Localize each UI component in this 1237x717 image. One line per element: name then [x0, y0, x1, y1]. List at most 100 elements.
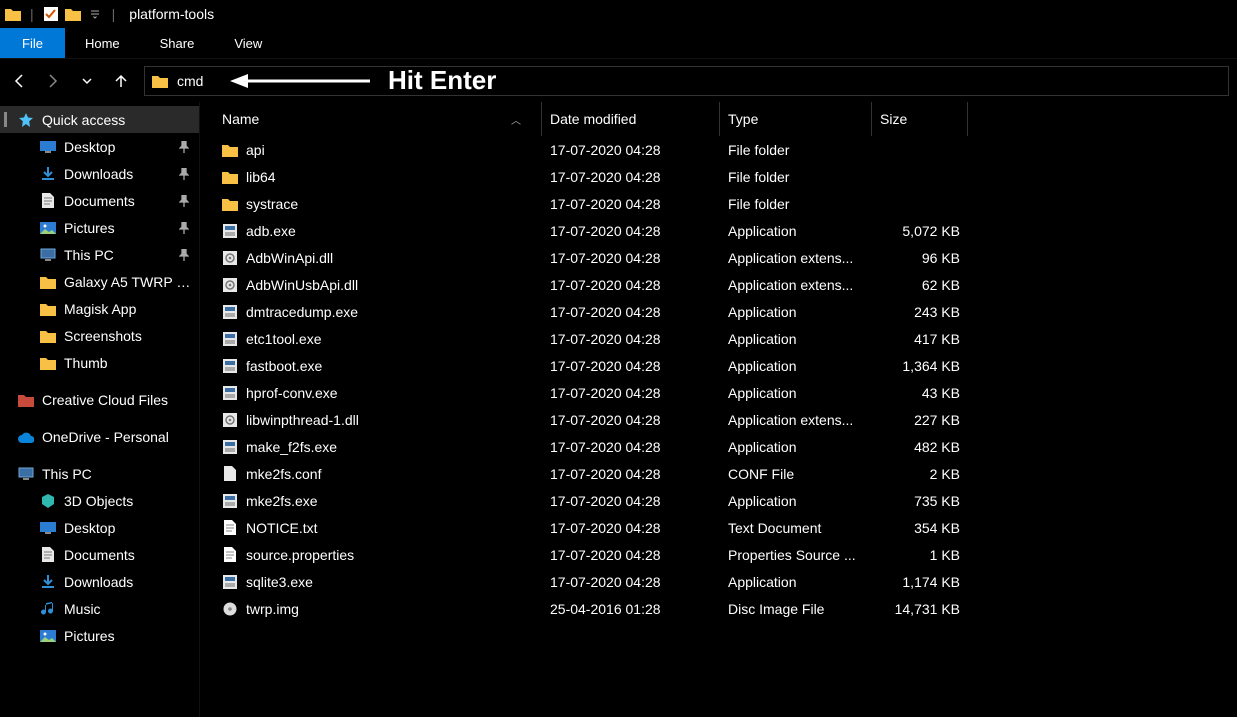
- folder-icon: [40, 355, 56, 371]
- col-size[interactable]: Size: [872, 102, 968, 136]
- pin-icon: [179, 249, 189, 261]
- sidebar-item[interactable]: 3D Objects: [0, 487, 199, 514]
- sidebar-item-label: Galaxy A5 TWRP Re: [64, 274, 191, 290]
- file-row[interactable]: lib6417-07-2020 04:28File folder: [214, 163, 1237, 190]
- file-name: lib64: [246, 169, 276, 185]
- file-size: 735 KB: [872, 493, 968, 509]
- file-type: CONF File: [720, 466, 872, 482]
- ribbon-tab-view[interactable]: View: [214, 28, 282, 58]
- nav-up-icon[interactable]: [110, 70, 132, 92]
- file-type: Application: [720, 331, 872, 347]
- sidebar-quick-access[interactable]: Quick access: [0, 106, 199, 133]
- sidebar-this-pc[interactable]: This PC: [0, 460, 199, 487]
- ribbon-tab-file[interactable]: File: [0, 28, 65, 58]
- exe-icon: [222, 304, 238, 320]
- sidebar-item-label: Magisk App: [64, 301, 191, 317]
- file-type: Application extens...: [720, 250, 872, 266]
- ribbon-tab-share[interactable]: Share: [140, 28, 215, 58]
- file-date: 17-07-2020 04:28: [542, 142, 720, 158]
- sidebar-item-label: Desktop: [64, 520, 191, 536]
- file-type: Application: [720, 574, 872, 590]
- address-folder-icon: [151, 72, 169, 90]
- nav-recent-icon[interactable]: [76, 70, 98, 92]
- col-type[interactable]: Type: [720, 102, 872, 136]
- title-dropdown-icon[interactable]: [86, 5, 104, 23]
- sidebar-creative-cloud[interactable]: Creative Cloud Files: [0, 386, 199, 413]
- file-row[interactable]: sqlite3.exe17-07-2020 04:28Application1,…: [214, 568, 1237, 595]
- file-type: Properties Source ...: [720, 547, 872, 563]
- file-row[interactable]: dmtracedump.exe17-07-2020 04:28Applicati…: [214, 298, 1237, 325]
- sidebar-onedrive[interactable]: OneDrive - Personal: [0, 423, 199, 450]
- file-row[interactable]: adb.exe17-07-2020 04:28Application5,072 …: [214, 217, 1237, 244]
- file-row[interactable]: systrace17-07-2020 04:28File folder: [214, 190, 1237, 217]
- file-date: 17-07-2020 04:28: [542, 520, 720, 536]
- dll-icon: [222, 277, 238, 293]
- pictures-icon: [40, 220, 56, 236]
- sidebar-item[interactable]: Music: [0, 595, 199, 622]
- sidebar-item[interactable]: Documents: [0, 541, 199, 568]
- file-date: 25-04-2016 01:28: [542, 601, 720, 617]
- star-icon: [18, 112, 34, 128]
- sidebar-item[interactable]: Thumb: [0, 349, 199, 376]
- checkbox-icon[interactable]: [42, 5, 60, 23]
- file-row[interactable]: libwinpthread-1.dll17-07-2020 04:28Appli…: [214, 406, 1237, 433]
- ribbon-tab-home[interactable]: Home: [65, 28, 140, 58]
- address-bar[interactable]: [144, 66, 1229, 96]
- file-type: Application: [720, 358, 872, 374]
- sidebar-item[interactable]: Downloads: [0, 568, 199, 595]
- sidebar-item[interactable]: Documents: [0, 187, 199, 214]
- file-row[interactable]: source.properties17-07-2020 04:28Propert…: [214, 541, 1237, 568]
- file-row[interactable]: etc1tool.exe17-07-2020 04:28Application4…: [214, 325, 1237, 352]
- sidebar-item[interactable]: Desktop: [0, 514, 199, 541]
- folder-icon: [222, 169, 238, 185]
- col-name-label: Name: [222, 111, 259, 127]
- col-date[interactable]: Date modified: [542, 102, 720, 136]
- file-date: 17-07-2020 04:28: [542, 304, 720, 320]
- file-row[interactable]: fastboot.exe17-07-2020 04:28Application1…: [214, 352, 1237, 379]
- sidebar-item[interactable]: Galaxy A5 TWRP Re: [0, 268, 199, 295]
- nav-forward-icon[interactable]: [42, 70, 64, 92]
- file-row[interactable]: mke2fs.exe17-07-2020 04:28Application735…: [214, 487, 1237, 514]
- sidebar-item[interactable]: Downloads: [0, 160, 199, 187]
- sidebar-item[interactable]: Pictures: [0, 622, 199, 649]
- file-rows[interactable]: api17-07-2020 04:28File folderlib6417-07…: [200, 136, 1237, 717]
- title-bar: | | platform-tools: [0, 0, 1237, 28]
- sidebar-item-label: Music: [64, 601, 191, 617]
- file-date: 17-07-2020 04:28: [542, 574, 720, 590]
- file-row[interactable]: make_f2fs.exe17-07-2020 04:28Application…: [214, 433, 1237, 460]
- sidebar-item[interactable]: Pictures: [0, 214, 199, 241]
- file-row[interactable]: api17-07-2020 04:28File folder: [214, 136, 1237, 163]
- file-name: make_f2fs.exe: [246, 439, 337, 455]
- address-input[interactable]: [177, 73, 1222, 89]
- objects-icon: [40, 493, 56, 509]
- file-date: 17-07-2020 04:28: [542, 493, 720, 509]
- file-row[interactable]: twrp.img25-04-2016 01:28Disc Image File1…: [214, 595, 1237, 622]
- exe-icon: [222, 223, 238, 239]
- desktop-icon: [40, 520, 56, 536]
- nav-row: Hit Enter: [0, 58, 1237, 102]
- file-size: 62 KB: [872, 277, 968, 293]
- sidebar-item[interactable]: Desktop: [0, 133, 199, 160]
- file-row[interactable]: AdbWinUsbApi.dll17-07-2020 04:28Applicat…: [214, 271, 1237, 298]
- pc-icon: [40, 247, 56, 263]
- sidebar-item-label: Screenshots: [64, 328, 191, 344]
- file-row[interactable]: hprof-conv.exe17-07-2020 04:28Applicatio…: [214, 379, 1237, 406]
- sidebar-item-label: Pictures: [64, 220, 171, 236]
- file-type: Application: [720, 304, 872, 320]
- sidebar-item[interactable]: This PC: [0, 241, 199, 268]
- file-name: mke2fs.conf: [246, 466, 321, 482]
- sidebar-item[interactable]: Magisk App: [0, 295, 199, 322]
- nav-back-icon[interactable]: [8, 70, 30, 92]
- sidebar[interactable]: Quick access DesktopDownloadsDocumentsPi…: [0, 102, 200, 717]
- file-row[interactable]: AdbWinApi.dll17-07-2020 04:28Application…: [214, 244, 1237, 271]
- sidebar-item[interactable]: Screenshots: [0, 322, 199, 349]
- file-row[interactable]: NOTICE.txt17-07-2020 04:28Text Document3…: [214, 514, 1237, 541]
- file-type: Application: [720, 493, 872, 509]
- file-row[interactable]: mke2fs.conf17-07-2020 04:28CONF File2 KB: [214, 460, 1237, 487]
- file-name: systrace: [246, 196, 298, 212]
- file-date: 17-07-2020 04:28: [542, 547, 720, 563]
- col-name[interactable]: Name ︿: [214, 102, 542, 136]
- sort-asc-icon: ︿: [511, 112, 521, 127]
- file-size: 2 KB: [872, 466, 968, 482]
- file-type: Application: [720, 385, 872, 401]
